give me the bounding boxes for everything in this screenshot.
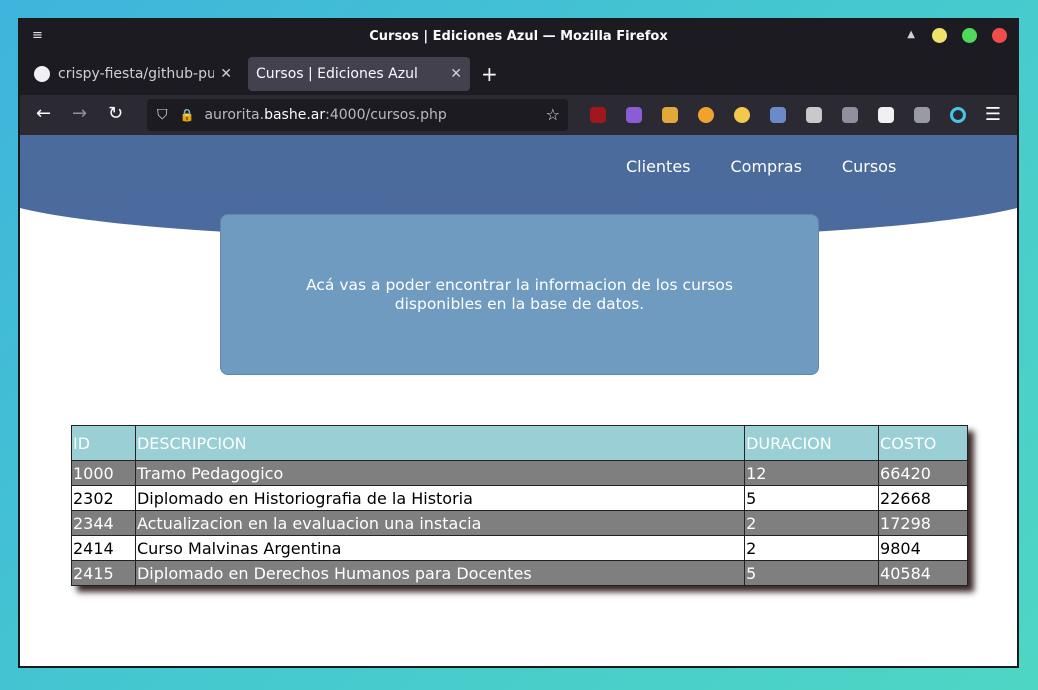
tab-github[interactable]: crispy-fiesta/github-push ✕ (26, 57, 240, 91)
font-icon[interactable] (914, 107, 930, 123)
color-ring-icon[interactable] (950, 107, 966, 123)
bookmark-star-icon[interactable]: ☆ (546, 105, 560, 124)
reload-icon[interactable]: ↻ (108, 103, 123, 124)
info-text: Acá vas a poder encontrar la informacion… (306, 275, 733, 313)
pen-icon[interactable] (770, 107, 786, 123)
column-header-descripcion: DESCRIPCION (134, 425, 746, 461)
cell-costo: 9804 (878, 535, 968, 561)
close-button[interactable] (992, 28, 1007, 43)
column-header-duracion: DURACION (744, 425, 880, 461)
cell-duracion: 2 (744, 510, 880, 536)
hamburger-menu-icon[interactable]: ☰ (985, 104, 1001, 125)
cell-descripcion: Actualizacion en la evaluacion una insta… (134, 510, 746, 536)
cookie-icon[interactable] (698, 107, 714, 123)
lock-icon[interactable]: 🔒 (180, 108, 195, 122)
nav-link-compras[interactable]: Compras (731, 157, 802, 176)
nav-link-cursos[interactable]: Cursos (842, 157, 896, 176)
cell-costo: 66420 (878, 460, 968, 486)
tab-bar: crispy-fiesta/github-push ✕ Cursos | Edi… (20, 52, 1017, 95)
cell-id: 2302 (71, 485, 136, 511)
cell-duracion: 5 (744, 560, 880, 586)
courses-table: ID DESCRIPCION DURACION COSTO 1000 Tramo… (71, 425, 968, 586)
puzzle-icon[interactable] (842, 107, 858, 123)
ublock-icon[interactable] (590, 107, 606, 123)
info-card: Acá vas a poder encontrar la informacion… (220, 214, 819, 375)
back-icon[interactable]: ← (36, 103, 51, 124)
tab-close-icon[interactable]: ✕ (450, 66, 462, 82)
cell-id: 2344 (71, 510, 136, 536)
url-prefix: aurorita. (204, 107, 265, 123)
table-row: 2415 Diplomado en Derechos Humanos para … (71, 560, 968, 586)
shield-icon[interactable]: ⛉ (157, 107, 168, 123)
table-row: 2414 Curso Malvinas Argentina 2 9804 (71, 535, 968, 561)
page-content: Clientes Compras Cursos Acá vas a poder … (20, 135, 1017, 666)
table-row: 2302 Diplomado en Historiografia de la H… (71, 485, 968, 511)
url-host: bashe.ar (264, 107, 326, 123)
minimize-button[interactable] (932, 28, 947, 43)
cell-id: 2415 (71, 560, 136, 586)
table-row: 1000 Tramo Pedagogico 12 66420 (71, 460, 968, 486)
frog-icon[interactable] (806, 107, 822, 123)
table-header-row: ID DESCRIPCION DURACION COSTO (71, 425, 968, 461)
cell-descripcion: Tramo Pedagogico (134, 460, 746, 486)
emoji-icon[interactable] (734, 107, 750, 123)
nav-link-clientes[interactable]: Clientes (626, 157, 691, 176)
cell-duracion: 2 (744, 535, 880, 561)
url-bar[interactable]: ⛉ 🔒 aurorita. bashe.ar:4000/cursos.php ☆ (147, 99, 568, 131)
browser-window: ≡ Cursos | Ediciones Azul — Mozilla Fire… (18, 18, 1019, 668)
window-title: Cursos | Ediciones Azul — Mozilla Firefo… (369, 28, 668, 44)
cell-costo: 17298 (878, 510, 968, 536)
url-path: :4000/cursos.php (325, 107, 447, 123)
maximize-button[interactable] (962, 28, 977, 43)
site-nav: Clientes Compras Cursos (626, 157, 896, 176)
nav-bar: ← → ↻ ⛉ 🔒 aurorita. bashe.ar:4000/cursos.… (20, 95, 1017, 135)
cell-descripcion: Diplomado en Derechos Humanos para Docen… (134, 560, 746, 586)
cell-descripcion: Diplomado en Historiografia de la Histor… (134, 485, 746, 511)
cell-costo: 22668 (878, 485, 968, 511)
cell-descripcion: Curso Malvinas Argentina (134, 535, 746, 561)
column-header-id: ID (71, 425, 136, 461)
caret-up-icon[interactable]: ▲ (907, 29, 915, 40)
cell-id: 2414 (71, 535, 136, 561)
tab-cursos[interactable]: Cursos | Ediciones Azul ✕ (248, 57, 470, 91)
tab-close-icon[interactable]: ✕ (220, 66, 232, 82)
window-menu-icon[interactable]: ≡ (32, 28, 43, 43)
github-icon (34, 66, 50, 82)
tab-label: crispy-fiesta/github-push (58, 66, 215, 82)
forward-icon[interactable]: → (72, 103, 87, 124)
cell-duracion: 12 (744, 460, 880, 486)
table-row: 2344 Actualizacion en la evaluacion una … (71, 510, 968, 536)
column-header-costo: COSTO (878, 425, 968, 461)
cell-id: 1000 (71, 460, 136, 486)
p-icon[interactable] (878, 107, 894, 123)
title-bar: ≡ Cursos | Ediciones Azul — Mozilla Fire… (20, 20, 1017, 52)
cell-duracion: 5 (744, 485, 880, 511)
cell-costo: 40584 (878, 560, 968, 586)
cube-icon[interactable] (626, 107, 642, 123)
tab-label: Cursos | Ediciones Azul (256, 66, 418, 82)
broom-icon[interactable] (662, 107, 678, 123)
new-tab-icon[interactable]: + (481, 62, 498, 86)
